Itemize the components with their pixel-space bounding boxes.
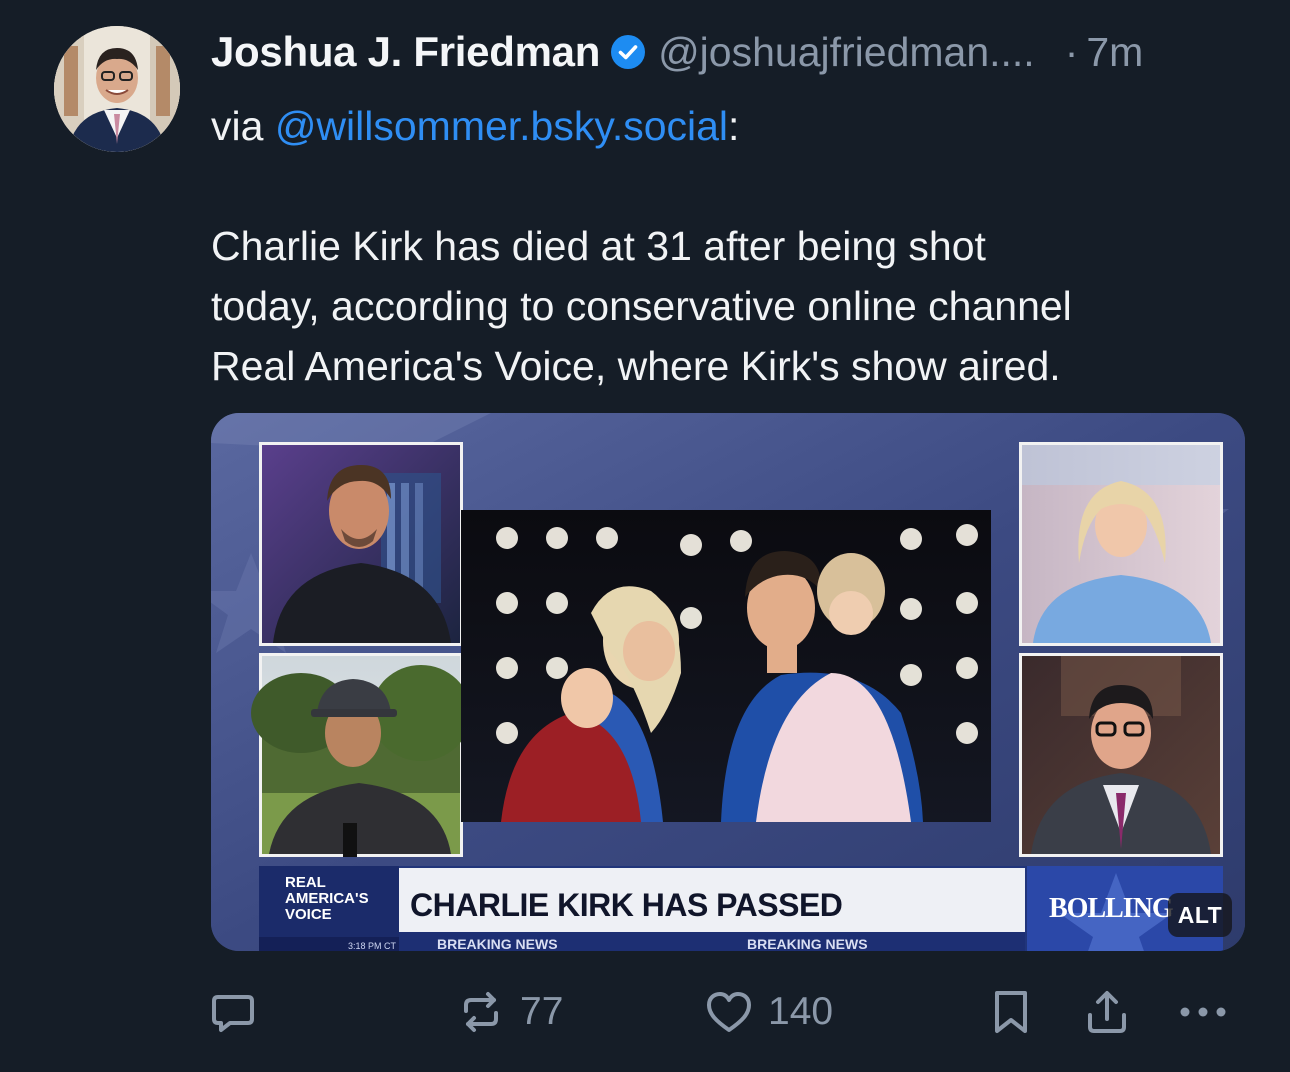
- reply-button[interactable]: [208, 980, 258, 1044]
- share-button[interactable]: [1082, 980, 1132, 1044]
- mention-link[interactable]: @willsommer.bsky.social: [275, 103, 728, 149]
- via-suffix: :: [728, 103, 740, 149]
- reply-icon: [212, 995, 254, 1032]
- broadcast-screenshot: 3:18 PM CT: [211, 413, 1245, 951]
- bookmark-button[interactable]: [988, 980, 1034, 1044]
- post-image[interactable]: 3:18 PM CT REAL AMERICA'S VOICE CHARLIE …: [211, 413, 1245, 951]
- ticker-right: BREAKING NEWS: [747, 936, 868, 951]
- verified-badge-icon: [610, 34, 646, 70]
- time-separator: ·: [1064, 28, 1079, 75]
- show-logo: BOLLING: [1049, 893, 1174, 924]
- broadcast-clock: 3:18 PM CT: [348, 941, 397, 951]
- network-logo-line: REAL: [285, 874, 326, 891]
- repost-button[interactable]: 77: [456, 980, 563, 1044]
- network-logo: REAL AMERICA'S VOICE: [285, 875, 395, 923]
- post-actions: 77 140: [0, 980, 1290, 1044]
- post-timestamp[interactable]: 7m: [1086, 29, 1143, 76]
- post-text-line: Real America's Voice, where Kirk's show …: [211, 343, 1061, 389]
- share-icon: [1088, 991, 1126, 1033]
- post-header: Joshua J. Friedman @joshuajfriedman.... …: [211, 24, 1251, 80]
- author-handle[interactable]: @joshuajfriedman....: [658, 29, 1035, 76]
- bookmark-icon: [995, 991, 1027, 1033]
- alt-text-button[interactable]: ALT: [1168, 893, 1232, 937]
- ticker-left: BREAKING NEWS: [437, 936, 558, 951]
- like-count: 140: [768, 990, 834, 1033]
- via-line: via @willsommer.bsky.social:: [211, 96, 1251, 156]
- author-name[interactable]: Joshua J. Friedman: [211, 28, 600, 76]
- repost-icon: [464, 992, 498, 1032]
- network-logo-line: AMERICA'S: [285, 890, 369, 907]
- post[interactable]: Joshua J. Friedman @joshuajfriedman.... …: [0, 0, 1290, 1072]
- more-options-button[interactable]: [1176, 980, 1230, 1044]
- post-body: via @willsommer.bsky.social: Charlie Kir…: [211, 96, 1251, 396]
- post-text-line: today, according to conservative online …: [211, 283, 1072, 329]
- repost-count: 77: [520, 990, 564, 1033]
- headline-banner: CHARLIE KIRK HAS PASSED: [410, 887, 843, 923]
- like-button[interactable]: 140: [704, 980, 833, 1044]
- avatar-image: [54, 26, 180, 152]
- more-icon: [1180, 1007, 1226, 1017]
- heart-icon: [707, 992, 751, 1032]
- via-prefix: via: [211, 103, 275, 149]
- network-logo-line: VOICE: [285, 906, 332, 923]
- post-text-line: Charlie Kirk has died at 31 after being …: [211, 223, 986, 269]
- author-avatar[interactable]: [54, 26, 180, 152]
